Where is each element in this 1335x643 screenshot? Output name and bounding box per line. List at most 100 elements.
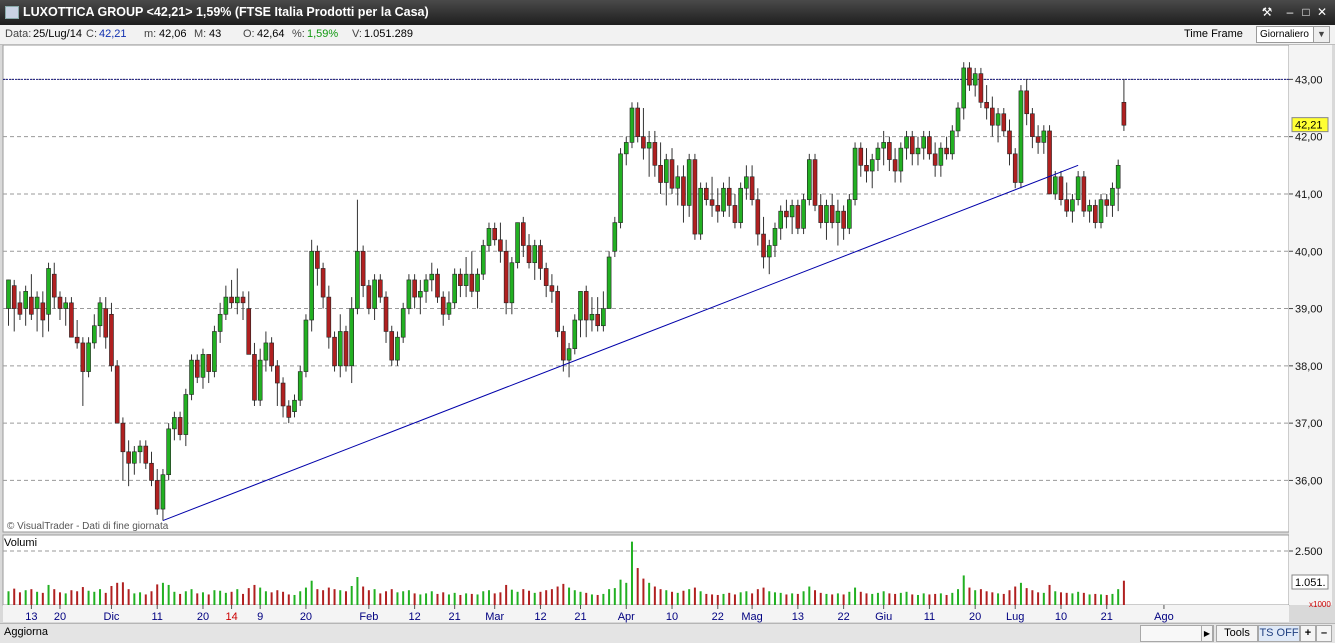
x-tick-label: 22	[837, 611, 849, 623]
candle-body	[343, 331, 349, 367]
candle-body	[520, 222, 526, 246]
candle-body	[92, 325, 97, 344]
candle-body	[114, 365, 120, 424]
date-value: 25/Lug/14	[33, 28, 82, 40]
candle-body	[972, 73, 978, 86]
candle-body	[744, 176, 749, 189]
candle-body	[618, 153, 623, 223]
candle-body	[692, 159, 698, 235]
x-tick-label: 20	[969, 611, 981, 623]
max-value: 43	[209, 28, 222, 40]
candle-body	[486, 228, 492, 246]
candle-body	[532, 245, 538, 264]
candle-body	[360, 250, 366, 286]
volume-last-label: 1.051.	[1295, 577, 1326, 589]
candle-body	[646, 142, 652, 149]
candle-body	[480, 245, 486, 275]
candle-body	[766, 245, 772, 258]
candle-body	[372, 279, 377, 309]
candle-body	[17, 302, 23, 315]
candle-body	[869, 159, 875, 172]
candle-body	[149, 462, 154, 481]
candle-body	[463, 273, 469, 286]
candle-body	[235, 296, 240, 304]
candle-body	[984, 101, 989, 109]
candle-body	[761, 233, 766, 258]
candle-body	[726, 187, 732, 206]
x-tick-label: 12	[408, 611, 420, 623]
x-tick-label: 10	[1055, 611, 1067, 623]
ts-off-button[interactable]: TS OFF	[1258, 625, 1300, 642]
candle-body	[132, 451, 137, 464]
candle-body	[1041, 130, 1047, 143]
x-tick-label: 21	[1101, 611, 1113, 623]
candle-body	[772, 228, 778, 246]
candle-body	[778, 210, 784, 229]
copyright-text: © VisualTrader - Dati di fine giornata	[7, 521, 169, 532]
candle-body	[51, 273, 57, 298]
timeframe-dropdown-icon[interactable]: ▼	[1313, 26, 1330, 43]
tools-icon[interactable]: ⚒	[1259, 4, 1275, 20]
candle-body	[732, 205, 738, 223]
price-chart[interactable]: 36,00 37,00 38,00 39,00 40,00 41,00 42,00 43,00…	[0, 45, 1335, 623]
zoom-out-button[interactable]: –	[1316, 625, 1332, 642]
maximize-icon[interactable]: □	[1298, 4, 1314, 20]
candle-body	[366, 285, 372, 309]
candle-body	[492, 228, 498, 241]
window-titlebar: LUXOTTICA GROUP <42,21> 1,59% (FTSE Ital…	[0, 0, 1335, 25]
y-tick-label: 36,00	[1295, 475, 1323, 487]
candle-body	[74, 336, 80, 344]
candle-body	[246, 308, 252, 355]
candle-body	[835, 210, 841, 223]
close-icon[interactable]: ✕	[1314, 4, 1330, 20]
candle-body	[46, 268, 51, 315]
candle-body	[681, 176, 686, 206]
candle-body	[292, 399, 297, 412]
x-tick-label: 9	[257, 611, 263, 623]
zoom-in-button[interactable]: +	[1300, 625, 1316, 642]
candle-body	[949, 130, 955, 155]
candle-body	[909, 136, 915, 155]
candle-body	[663, 159, 669, 183]
volume-label: V:	[352, 28, 362, 40]
x-tick-label: Ago	[1154, 611, 1174, 623]
candle-body	[658, 165, 663, 183]
candle-body	[898, 147, 904, 172]
x-tick-label: Apr	[618, 611, 635, 623]
candle-body	[377, 279, 383, 298]
x-tick-label: 14	[225, 611, 237, 623]
candle-body	[538, 245, 543, 269]
candle-body	[749, 176, 755, 200]
scroll-right-icon[interactable]: ▶	[1201, 625, 1213, 642]
candle-body	[509, 262, 515, 304]
candle-body	[166, 428, 171, 476]
candle-body	[29, 296, 34, 315]
candle-body	[875, 147, 881, 160]
candle-body	[286, 405, 292, 418]
candle-body	[1098, 199, 1104, 223]
candle-body	[189, 359, 194, 395]
candle-body	[686, 159, 692, 206]
candle-body	[154, 480, 160, 510]
tools-button[interactable]: Tools	[1216, 625, 1258, 642]
candle-body	[921, 136, 927, 149]
candle-body	[34, 296, 40, 309]
minimize-icon[interactable]: –	[1282, 4, 1298, 20]
candle-body	[623, 142, 629, 155]
candle-body	[801, 199, 806, 229]
volume-panel-title: Volumi	[4, 537, 37, 549]
candle-body	[57, 296, 63, 309]
close-label: C:	[86, 28, 97, 40]
candle-body	[475, 273, 480, 292]
x-tick-label: Mar	[485, 611, 504, 623]
candle-body	[566, 348, 572, 361]
candle-body	[612, 222, 618, 252]
candle-body	[223, 296, 229, 315]
candle-body	[183, 394, 189, 435]
close-value: 42,21	[99, 28, 127, 40]
candle-body	[269, 342, 274, 367]
candle-body	[1093, 205, 1098, 223]
candle-body	[1110, 187, 1115, 206]
candle-body	[932, 153, 938, 166]
aggiorna-button[interactable]: Aggiorna	[4, 625, 50, 640]
